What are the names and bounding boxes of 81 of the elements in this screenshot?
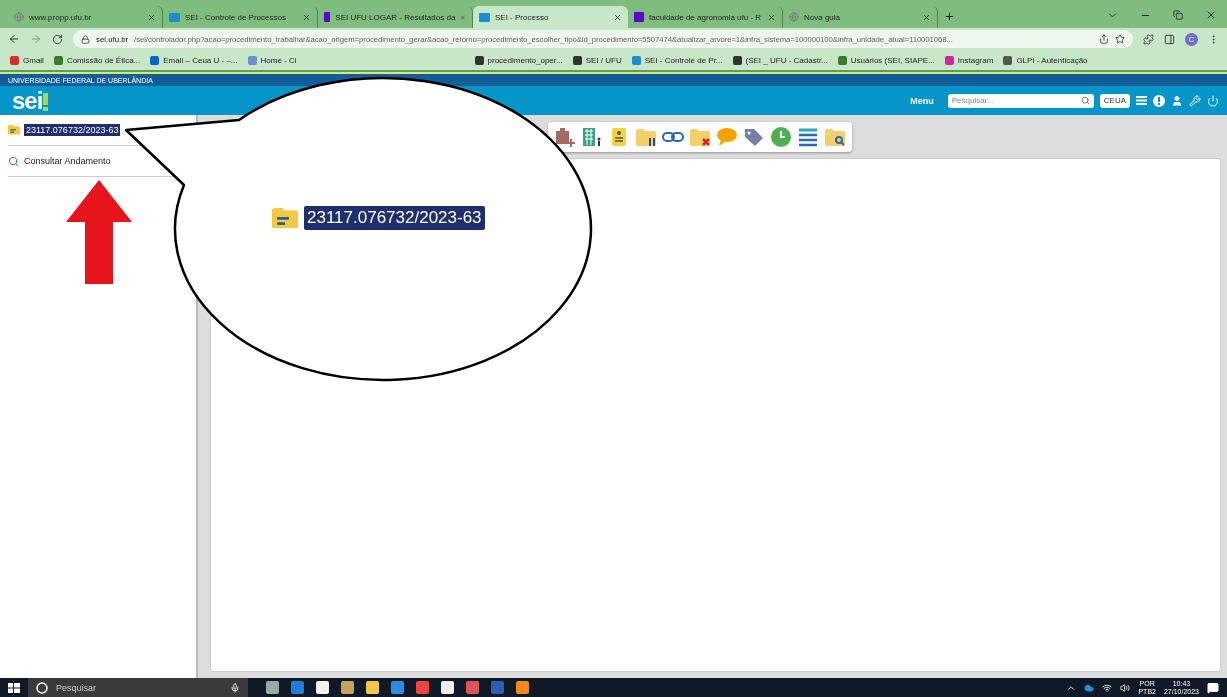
alert-badge-icon[interactable]: [1153, 94, 1165, 107]
list-icon[interactable]: [797, 126, 819, 148]
magnified-process-number: 23117.076732/2023-63: [304, 206, 485, 230]
bookmark-link[interactable]: SEI / UFU: [585, 55, 622, 65]
close-icon[interactable]: [302, 12, 311, 22]
taskbar-search-input[interactable]: Pesquisar: [54, 681, 224, 694]
process-number[interactable]: 23117.076732/2023-63: [24, 124, 121, 136]
close-icon[interactable]: [922, 12, 931, 22]
tag-icon[interactable]: [743, 126, 765, 148]
restore-icon[interactable]: [1173, 10, 1183, 20]
search-field[interactable]: Pesquisar...: [947, 93, 1094, 108]
network-icon[interactable]: [1102, 682, 1113, 693]
building-person-icon[interactable]: [581, 126, 603, 148]
back-icon[interactable]: [8, 33, 20, 45]
side-panel-icon[interactable]: [1164, 33, 1175, 45]
bookmark-icon: [944, 55, 954, 65]
close-icon[interactable]: [767, 12, 776, 22]
bookmark-link[interactable]: procedimento_oper...: [487, 55, 563, 65]
globe-icon: [789, 12, 799, 22]
sidebar-link[interactable]: Consultar Andamento: [24, 156, 111, 166]
star-icon[interactable]: [1115, 34, 1125, 44]
taskbar-app-icon[interactable]: [366, 681, 379, 694]
speaker-icon[interactable]: [1120, 682, 1131, 693]
taskbar-app-icon[interactable]: [441, 681, 454, 694]
browser-tab[interactable]: SEI - Processo: [473, 6, 628, 28]
list-icon[interactable]: [1136, 95, 1147, 106]
bookmark-link[interactable]: Comissão de Ética...: [66, 55, 141, 65]
unit-button[interactable]: CEUA: [1099, 93, 1130, 108]
sei-favicon-icon: [479, 12, 490, 22]
address-bar[interactable]: [73, 30, 1133, 48]
bookmark-icon: [10, 55, 19, 65]
microphone-icon[interactable]: [230, 682, 240, 693]
bookmark-icon: [572, 55, 582, 65]
bookmark-icon: [247, 55, 257, 65]
notification-icon[interactable]: [1207, 681, 1219, 694]
folder-cross-icon[interactable]: [689, 126, 711, 148]
extensions-icon[interactable]: [1143, 33, 1154, 45]
cortana-ring-icon: [36, 681, 48, 694]
yahoo-favicon-icon: [324, 12, 331, 22]
sei-logo: sei: [12, 86, 49, 115]
new-tab-icon[interactable]: [944, 11, 955, 22]
yahoo-favicon-icon: [634, 12, 644, 22]
search-icon: [8, 155, 19, 167]
share-icon[interactable]: [1099, 34, 1109, 44]
bookmark-icon: [837, 55, 847, 65]
clock-icon[interactable]: [770, 126, 792, 148]
user-icon[interactable]: [1171, 94, 1183, 107]
taskbar-app-icon[interactable]: [516, 681, 529, 694]
folder-pause-icon[interactable]: [635, 126, 657, 148]
profile-avatar[interactable]: C: [1185, 32, 1198, 46]
folder-icon: [8, 125, 20, 135]
bookmark-link[interactable]: Email – Ceua U - –...: [163, 55, 238, 65]
puzzle-plus-icon[interactable]: [554, 126, 576, 148]
bookmark-link[interactable]: Gmail: [23, 55, 44, 65]
bookmark-link[interactable]: Usuários (SEI, SIAPE...: [850, 55, 935, 65]
bookmark-icon: [474, 55, 484, 65]
bookmark-link[interactable]: (SEI _ UFU - Cadastr...: [745, 55, 828, 65]
close-icon[interactable]: [147, 12, 156, 22]
reload-icon[interactable]: [52, 33, 63, 45]
bookmark-icon: [1003, 55, 1013, 65]
bookmark-link[interactable]: SEI - Controle de Pr...: [644, 55, 723, 65]
bookmark-icon: [732, 55, 742, 65]
bookmark-link[interactable]: Instagram: [957, 55, 994, 65]
tools-icon[interactable]: [1189, 94, 1201, 107]
power-icon[interactable]: [1207, 94, 1219, 107]
bookmark-link[interactable]: GLPI - Autenticação: [1016, 55, 1088, 65]
taskbar-app-icon[interactable]: [316, 681, 329, 694]
taskbar-search-field[interactable]: Pesquisar: [28, 678, 248, 697]
bookmark-icon: [53, 55, 63, 65]
bookmark-link[interactable]: Home - Ci: [260, 55, 297, 65]
close-icon[interactable]: [1205, 9, 1217, 21]
cloud-icon[interactable]: [1084, 682, 1095, 693]
bookmark-icon: [150, 55, 160, 65]
search-icon[interactable]: [1080, 96, 1090, 105]
folder-search-icon[interactable]: [824, 126, 846, 148]
lock-icon: [81, 34, 90, 44]
taskbar-app-icon[interactable]: [341, 681, 354, 694]
close-icon[interactable]: [613, 12, 622, 22]
globe-icon: [14, 12, 24, 22]
bookmark-icon: [631, 55, 641, 65]
sei-favicon-icon: [169, 12, 180, 22]
